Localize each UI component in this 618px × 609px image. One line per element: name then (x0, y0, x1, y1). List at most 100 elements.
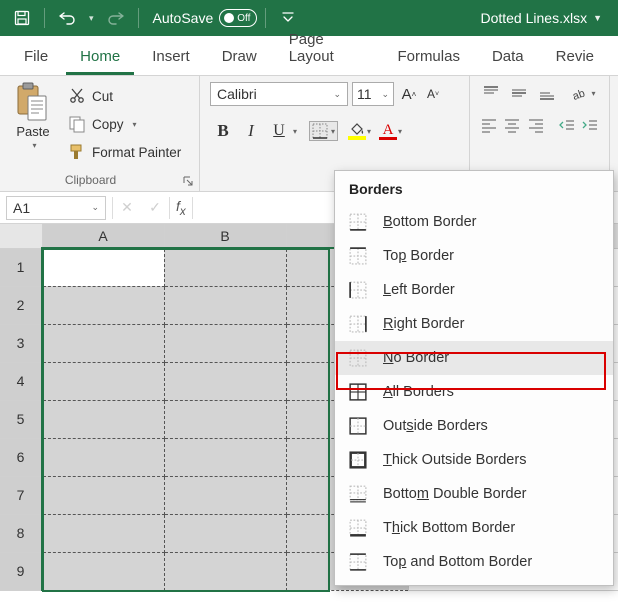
borders-dropdown-title: Borders (335, 171, 613, 205)
row-header[interactable]: 4 (0, 362, 42, 400)
borders-button[interactable]: ▾ (309, 121, 338, 141)
italic-button[interactable]: I (238, 118, 264, 144)
cell[interactable] (164, 552, 286, 590)
font-name-combo[interactable]: Calibri⌄ (210, 82, 348, 106)
copy-button[interactable]: Copy▾ (68, 112, 181, 136)
cell[interactable] (42, 286, 164, 324)
font-color-button[interactable]: A ▾ (379, 123, 402, 140)
orientation-button[interactable]: ab▾ (570, 82, 596, 104)
fx-icon[interactable]: fx (176, 198, 186, 218)
paintbrush-icon (68, 143, 86, 161)
copy-icon (68, 115, 86, 133)
cell[interactable] (42, 248, 164, 286)
cell[interactable] (164, 400, 286, 438)
align-center-button[interactable] (502, 114, 524, 136)
cut-button[interactable]: Cut (68, 84, 181, 108)
row-header[interactable]: 2 (0, 286, 42, 324)
row-header[interactable]: 3 (0, 324, 42, 362)
row-header[interactable]: 9 (0, 552, 42, 590)
tab-draw[interactable]: Draw (208, 40, 271, 75)
increase-font-button[interactable]: A˄ (398, 83, 420, 105)
cell[interactable] (42, 552, 164, 590)
border-option-icon (349, 247, 367, 265)
decrease-indent-button[interactable] (556, 114, 578, 136)
bold-button[interactable]: B (210, 118, 236, 144)
column-header[interactable]: A (42, 224, 164, 248)
name-box[interactable]: A1⌄ (6, 196, 106, 220)
border-menu-item[interactable]: Outside Borders (335, 409, 613, 443)
border-menu-item[interactable]: No Border (335, 341, 613, 375)
tab-home[interactable]: Home (66, 40, 134, 75)
fill-color-button[interactable]: ▾ (348, 122, 371, 140)
decrease-font-button[interactable]: A˅ (422, 83, 444, 105)
tab-file[interactable]: File (10, 40, 62, 75)
select-all-corner[interactable] (0, 224, 42, 248)
undo-more-chevron[interactable]: ▾ (89, 13, 94, 24)
bucket-icon (349, 122, 365, 136)
paste-more-chevron[interactable]: ▾ (32, 141, 36, 150)
underline-button[interactable]: U▾ (266, 118, 297, 144)
redo-button (102, 4, 130, 32)
border-menu-item[interactable]: Thick Outside Borders (335, 443, 613, 477)
cell[interactable] (42, 476, 164, 514)
border-option-icon (349, 451, 367, 469)
border-option-icon (349, 553, 367, 571)
tab-data[interactable]: Data (478, 40, 538, 75)
align-left-button[interactable] (478, 114, 500, 136)
border-menu-item[interactable]: Right Border (335, 307, 613, 341)
tab-review[interactable]: Revie (542, 40, 608, 75)
border-menu-item[interactable]: Top and Bottom Border (335, 545, 613, 579)
column-header[interactable]: B (164, 224, 286, 248)
borders-dropdown: Borders Bottom BorderTop BorderLeft Bord… (334, 170, 614, 586)
align-top-button[interactable] (478, 82, 504, 104)
row-header[interactable]: 6 (0, 438, 42, 476)
border-menu-item[interactable]: Bottom Double Border (335, 477, 613, 511)
paste-button[interactable] (16, 82, 50, 122)
tab-insert[interactable]: Insert (138, 40, 204, 75)
increase-indent-button[interactable] (579, 114, 601, 136)
cell[interactable] (42, 362, 164, 400)
cell[interactable] (42, 438, 164, 476)
border-option-icon (349, 417, 367, 435)
tab-page-layout[interactable]: Page Layout (275, 23, 380, 75)
row-header[interactable]: 7 (0, 476, 42, 514)
border-menu-item[interactable]: All Borders (335, 375, 613, 409)
row-header[interactable]: 5 (0, 400, 42, 438)
row-header[interactable]: 1 (0, 248, 42, 286)
border-option-icon (349, 519, 367, 537)
enter-formula-button: ✓ (141, 194, 169, 222)
border-menu-item[interactable]: Thick Bottom Border (335, 511, 613, 545)
cell[interactable] (164, 324, 286, 362)
cell[interactable] (164, 438, 286, 476)
border-option-icon (349, 213, 367, 231)
autosave-toggle[interactable]: AutoSave Off (153, 9, 258, 27)
svg-text:ab: ab (572, 87, 588, 101)
align-middle-button[interactable] (506, 82, 532, 104)
scissors-icon (68, 87, 86, 105)
align-right-button[interactable] (525, 114, 547, 136)
cell[interactable] (164, 248, 286, 286)
format-painter-button[interactable]: Format Painter (68, 140, 181, 164)
autosave-label: AutoSave (153, 10, 214, 26)
save-button[interactable] (8, 4, 36, 32)
align-bottom-button[interactable] (534, 82, 560, 104)
cell[interactable] (42, 400, 164, 438)
cell[interactable] (164, 362, 286, 400)
border-menu-item[interactable]: Top Border (335, 239, 613, 273)
paste-label: Paste (16, 124, 49, 139)
cell[interactable] (164, 514, 286, 552)
cell[interactable] (164, 286, 286, 324)
file-title[interactable]: Dotted Lines.xlsx▼ (480, 10, 602, 26)
ribbon-tabs: File Home Insert Draw Page Layout Formul… (0, 36, 618, 76)
cell[interactable] (42, 514, 164, 552)
border-menu-item[interactable]: Bottom Border (335, 205, 613, 239)
row-header[interactable]: 8 (0, 514, 42, 552)
cell[interactable] (42, 324, 164, 362)
font-size-combo[interactable]: 11⌄ (352, 82, 394, 106)
clipboard-launcher[interactable] (181, 174, 195, 188)
border-option-icon (349, 349, 367, 367)
tab-formulas[interactable]: Formulas (383, 40, 474, 75)
undo-button[interactable] (53, 4, 81, 32)
border-menu-item[interactable]: Left Border (335, 273, 613, 307)
cell[interactable] (164, 476, 286, 514)
